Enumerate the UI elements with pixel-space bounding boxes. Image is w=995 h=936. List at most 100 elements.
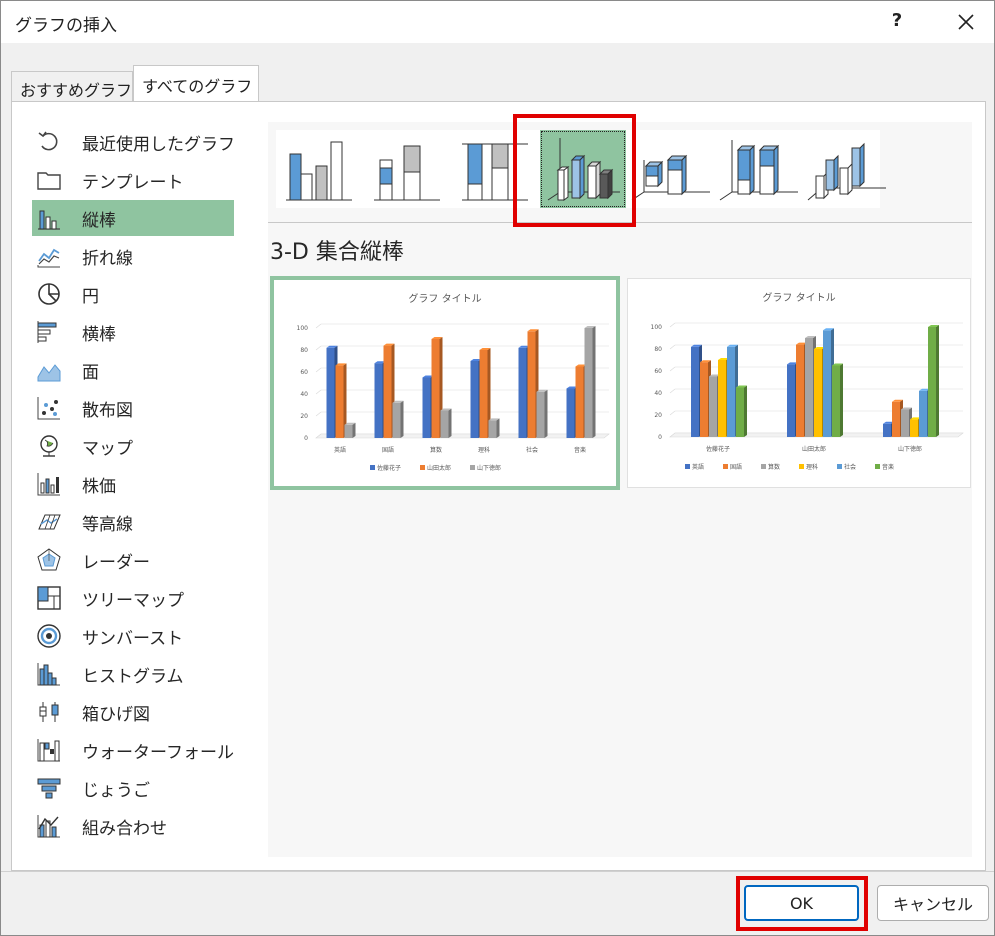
3d-column-icon: [807, 142, 886, 201]
bar: [566, 388, 575, 438]
chart-title: グラフ タイトル: [408, 292, 481, 305]
sidebar-item-column[interactable]: 縦棒: [32, 200, 234, 236]
gridline-diagonal: [315, 367, 322, 373]
gridline-diagonal: [315, 411, 322, 417]
cancel-button[interactable]: キャンセル: [877, 885, 989, 921]
x-tick-label: 国語: [382, 446, 394, 454]
sunburst-chart-icon: [36, 623, 62, 649]
bar-side: [840, 363, 843, 437]
gridline-diagonal: [315, 345, 322, 351]
folder-icon: [36, 167, 62, 193]
tab-all-charts[interactable]: すべてのグラフ: [133, 65, 259, 101]
sidebar-item-funnel[interactable]: じょうご: [32, 770, 234, 806]
bar: [796, 344, 804, 437]
bar: [919, 390, 927, 437]
x-tick-label: 理科: [478, 446, 490, 454]
legend-swatch: [470, 465, 475, 470]
x-tick-label: 佐藤花子: [706, 445, 730, 453]
sidebar-item-label: 最近使用したグラフ: [82, 134, 235, 155]
bar: [736, 387, 744, 437]
sidebar-item-sunburst[interactable]: サンバースト: [32, 618, 234, 654]
sidebar-item-label: マップ: [82, 438, 133, 459]
sidebar-item-scatter[interactable]: 散布図: [32, 390, 234, 426]
x-tick-label: 社会: [526, 446, 538, 454]
sidebar-item-radar[interactable]: レーダー: [32, 542, 234, 578]
chart-title: グラフ タイトル: [762, 291, 835, 304]
legend-label: 山下徳郎: [477, 464, 501, 472]
combo-chart-icon: [36, 813, 62, 839]
bar-side: [400, 400, 404, 438]
sidebar-item-label: 横棒: [82, 324, 116, 345]
chart-type-sidebar: 最近使用したグラフ テンプレート 縦棒 折れ線 円 横棒 面 散布図 マップ 株…: [32, 122, 235, 857]
sidebar-item-waterfall[interactable]: ウォーターフォール: [32, 732, 234, 768]
y-tick-label: 20: [300, 413, 308, 420]
sidebar-item-recent[interactable]: 最近使用したグラフ: [32, 124, 235, 160]
sidebar-item-label: 面: [82, 362, 99, 383]
y-tick-label: 60: [654, 368, 662, 375]
sidebar-item-line[interactable]: 折れ線: [32, 238, 234, 274]
gallery-item-3d-clustered-column[interactable]: [540, 130, 626, 208]
tab-recommended-charts[interactable]: おすすめグラフ: [11, 71, 133, 101]
sidebar-item-map[interactable]: マップ: [32, 428, 234, 464]
gridline-diagonal: [669, 366, 676, 372]
chart-preview-2[interactable]: グラフ タイトル 0 20 40 60 80 100 佐藤花子 山田太郎 山下徳郎 英語 国語 算数 理科…: [627, 278, 971, 488]
gallery-item-clustered-column[interactable]: [276, 130, 362, 208]
bar-side: [592, 326, 596, 438]
legend-label: 国語: [730, 463, 742, 471]
gallery-item-3d-100-stacked-column[interactable]: [716, 130, 802, 208]
bar: [344, 424, 353, 438]
sidebar-item-label: レーダー: [82, 552, 150, 573]
sidebar-item-label: じょうご: [82, 780, 150, 801]
legend-swatch: [723, 464, 728, 469]
bar-side: [936, 325, 939, 437]
sidebar-item-area[interactable]: 面: [32, 352, 234, 388]
legend-label: 英語: [692, 463, 704, 471]
gallery-item-100-stacked-column[interactable]: [452, 130, 538, 208]
sidebar-item-pie[interactable]: 円: [32, 276, 234, 312]
sidebar-item-label: ウォーターフォール: [82, 742, 234, 763]
subtype-gallery: [276, 130, 886, 208]
chart-preview-2-svg: グラフ タイトル 0 20 40 60 80 100 佐藤花子 山田太郎 山下徳郎英語 国語 算数 理科…: [651, 291, 964, 471]
y-tick-label: 0: [304, 435, 308, 442]
sidebar-item-treemap[interactable]: ツリーマップ: [32, 580, 234, 616]
sidebar-item-stock[interactable]: 株価: [32, 466, 234, 502]
sidebar-item-label: 円: [82, 286, 99, 307]
sidebar-item-label: テンプレート: [82, 172, 184, 193]
sidebar-item-histogram[interactable]: ヒストグラム: [32, 656, 234, 692]
sidebar-item-combo[interactable]: 組み合わせ: [32, 808, 234, 844]
chart-preview-1[interactable]: グラフ タイトル 0 20 40 60 80 100 英語 国語 算数 理科 社会 音楽 佐藤花子 山田太郎…: [270, 276, 620, 490]
bar-side: [544, 389, 548, 438]
ok-button[interactable]: OK: [744, 885, 859, 921]
legend-swatch: [761, 464, 766, 469]
bar: [883, 423, 891, 437]
dialog-title: グラフの挿入: [15, 16, 117, 36]
tab-content: 最近使用したグラフ テンプレート 縦棒 折れ線 円 横棒 面 散布図 マップ 株…: [11, 101, 986, 871]
3d-100-stacked-column-icon: [719, 140, 798, 201]
gallery-item-stacked-column[interactable]: [364, 130, 450, 208]
gallery-item-3d-column[interactable]: [804, 130, 890, 208]
map-chart-icon: [36, 433, 62, 459]
x-tick-label: 算数: [430, 446, 442, 454]
bar: [718, 360, 726, 437]
gallery-item-3d-stacked-column[interactable]: [628, 130, 714, 208]
sidebar-item-label: ツリーマップ: [82, 590, 184, 611]
y-tick-label: 40: [300, 391, 308, 398]
bar: [422, 377, 431, 438]
bar: [901, 409, 909, 437]
sidebar-item-label: ヒストグラム: [82, 666, 184, 687]
sidebar-item-template[interactable]: テンプレート: [32, 162, 234, 198]
help-button[interactable]: ?: [883, 7, 911, 35]
sidebar-item-bar[interactable]: 横棒: [32, 314, 234, 350]
close-button[interactable]: [951, 7, 981, 37]
recent-icon: [36, 129, 62, 155]
area-chart-icon: [36, 357, 62, 383]
clustered-column-icon: [286, 141, 352, 201]
title-bar: グラフの挿入 ?: [1, 1, 994, 43]
bar: [431, 339, 440, 438]
y-tick-label: 60: [300, 369, 308, 376]
legend-swatch: [837, 464, 842, 469]
scatter-chart-icon: [36, 395, 62, 421]
sidebar-item-surface[interactable]: 等高線: [32, 504, 234, 540]
sidebar-item-boxplot[interactable]: 箱ひげ図: [32, 694, 234, 730]
stacked-column-icon: [374, 145, 440, 201]
